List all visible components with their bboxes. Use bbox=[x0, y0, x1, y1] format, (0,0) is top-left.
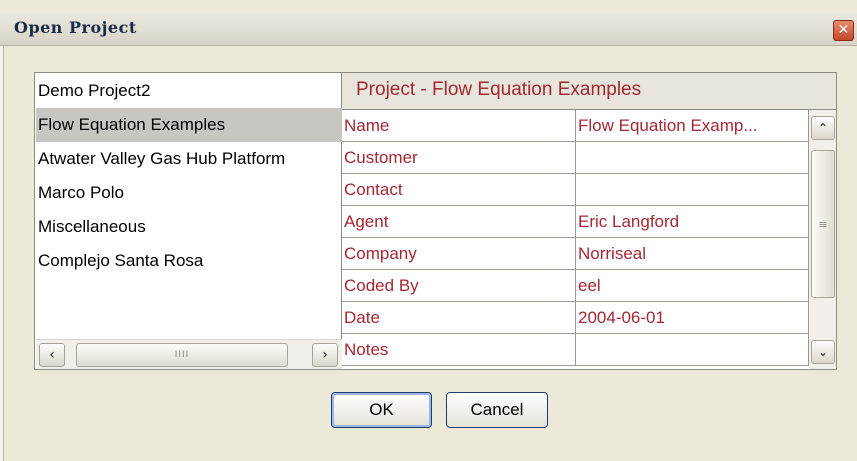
scroll-thumb[interactable]: IIII bbox=[76, 343, 288, 367]
window-frame-edge bbox=[0, 46, 4, 461]
table-row[interactable]: Notes bbox=[342, 334, 809, 366]
property-name: Contact bbox=[342, 174, 576, 206]
cancel-button[interactable]: Cancel bbox=[446, 392, 548, 428]
property-value[interactable] bbox=[576, 142, 809, 174]
table-row[interactable]: Contact bbox=[342, 174, 809, 206]
list-item-label: Marco Polo bbox=[38, 183, 124, 202]
list-item-label: Atwater Valley Gas Hub Platform bbox=[38, 149, 286, 168]
horizontal-scrollbar[interactable]: ‹ IIII › bbox=[36, 339, 342, 369]
property-name: Name bbox=[342, 110, 576, 142]
scroll-thumb[interactable]: ≡ bbox=[811, 150, 835, 298]
vertical-scrollbar[interactable]: ⌃ ≡ ⌄ bbox=[809, 110, 837, 370]
scroll-left-button[interactable]: ‹ bbox=[39, 343, 65, 367]
table-row[interactable]: Date 2004-06-01 bbox=[342, 302, 809, 334]
list-item-selected[interactable]: Flow Equation Examples bbox=[36, 108, 342, 142]
property-value[interactable] bbox=[576, 334, 809, 366]
table-row[interactable]: Coded By eel bbox=[342, 270, 809, 302]
scroll-right-button[interactable]: › bbox=[312, 343, 338, 367]
chevron-down-icon: ⌄ bbox=[817, 345, 829, 359]
list-item[interactable]: Marco Polo bbox=[36, 176, 342, 210]
scroll-down-button[interactable]: ⌄ bbox=[811, 340, 835, 364]
project-details-title: Project - Flow Equation Examples bbox=[356, 79, 642, 100]
open-project-dialog: Open Project ✕ Demo Project2 Flow Equati… bbox=[0, 0, 857, 461]
close-icon: ✕ bbox=[837, 22, 850, 38]
list-item-label: Complejo Santa Rosa bbox=[38, 251, 204, 270]
window-title: Open Project bbox=[14, 18, 137, 37]
property-value[interactable]: Norriseal bbox=[576, 238, 809, 270]
project-list[interactable]: Demo Project2 Flow Equation Examples Atw… bbox=[34, 72, 342, 370]
property-name: Customer bbox=[342, 142, 576, 174]
ok-button[interactable]: OK bbox=[331, 392, 432, 428]
table-row[interactable]: Customer bbox=[342, 142, 809, 174]
property-value[interactable]: Eric Langford bbox=[576, 206, 809, 238]
chevron-up-icon: ⌃ bbox=[817, 121, 829, 135]
list-item[interactable]: Miscellaneous bbox=[36, 210, 342, 244]
chevron-left-icon: ‹ bbox=[49, 347, 55, 363]
property-name: Coded By bbox=[342, 270, 576, 302]
property-value[interactable] bbox=[576, 174, 809, 206]
list-item[interactable]: Demo Project2 bbox=[36, 74, 342, 108]
list-item[interactable]: Complejo Santa Rosa bbox=[36, 244, 342, 278]
property-value[interactable]: Flow Equation Examp... bbox=[576, 110, 809, 142]
table-row[interactable]: Company Norriseal bbox=[342, 238, 809, 270]
close-button[interactable]: ✕ bbox=[833, 20, 854, 41]
grip-icon: ≡ bbox=[818, 218, 828, 231]
property-value[interactable]: 2004-06-01 bbox=[576, 302, 809, 334]
table-row[interactable]: Name Flow Equation Examp... bbox=[342, 110, 809, 142]
scroll-up-button[interactable]: ⌃ bbox=[811, 116, 835, 140]
property-value[interactable]: eel bbox=[576, 270, 809, 302]
property-name: Date bbox=[342, 302, 576, 334]
property-name: Company bbox=[342, 238, 576, 270]
title-bar[interactable]: Open Project ✕ bbox=[0, 12, 857, 46]
chevron-right-icon: › bbox=[322, 347, 328, 363]
table-row[interactable]: Agent Eric Langford bbox=[342, 206, 809, 238]
project-properties-table: Name Flow Equation Examp... Customer Con… bbox=[342, 110, 809, 370]
list-item-label: Miscellaneous bbox=[38, 217, 146, 236]
list-item-label: Demo Project2 bbox=[38, 81, 151, 100]
list-item[interactable]: Atwater Valley Gas Hub Platform bbox=[36, 142, 342, 176]
project-details-header: Project - Flow Equation Examples bbox=[342, 72, 837, 110]
property-name: Notes bbox=[342, 334, 576, 366]
grip-icon: IIII bbox=[174, 350, 190, 360]
list-item-label: Flow Equation Examples bbox=[38, 115, 226, 134]
property-name: Agent bbox=[342, 206, 576, 238]
